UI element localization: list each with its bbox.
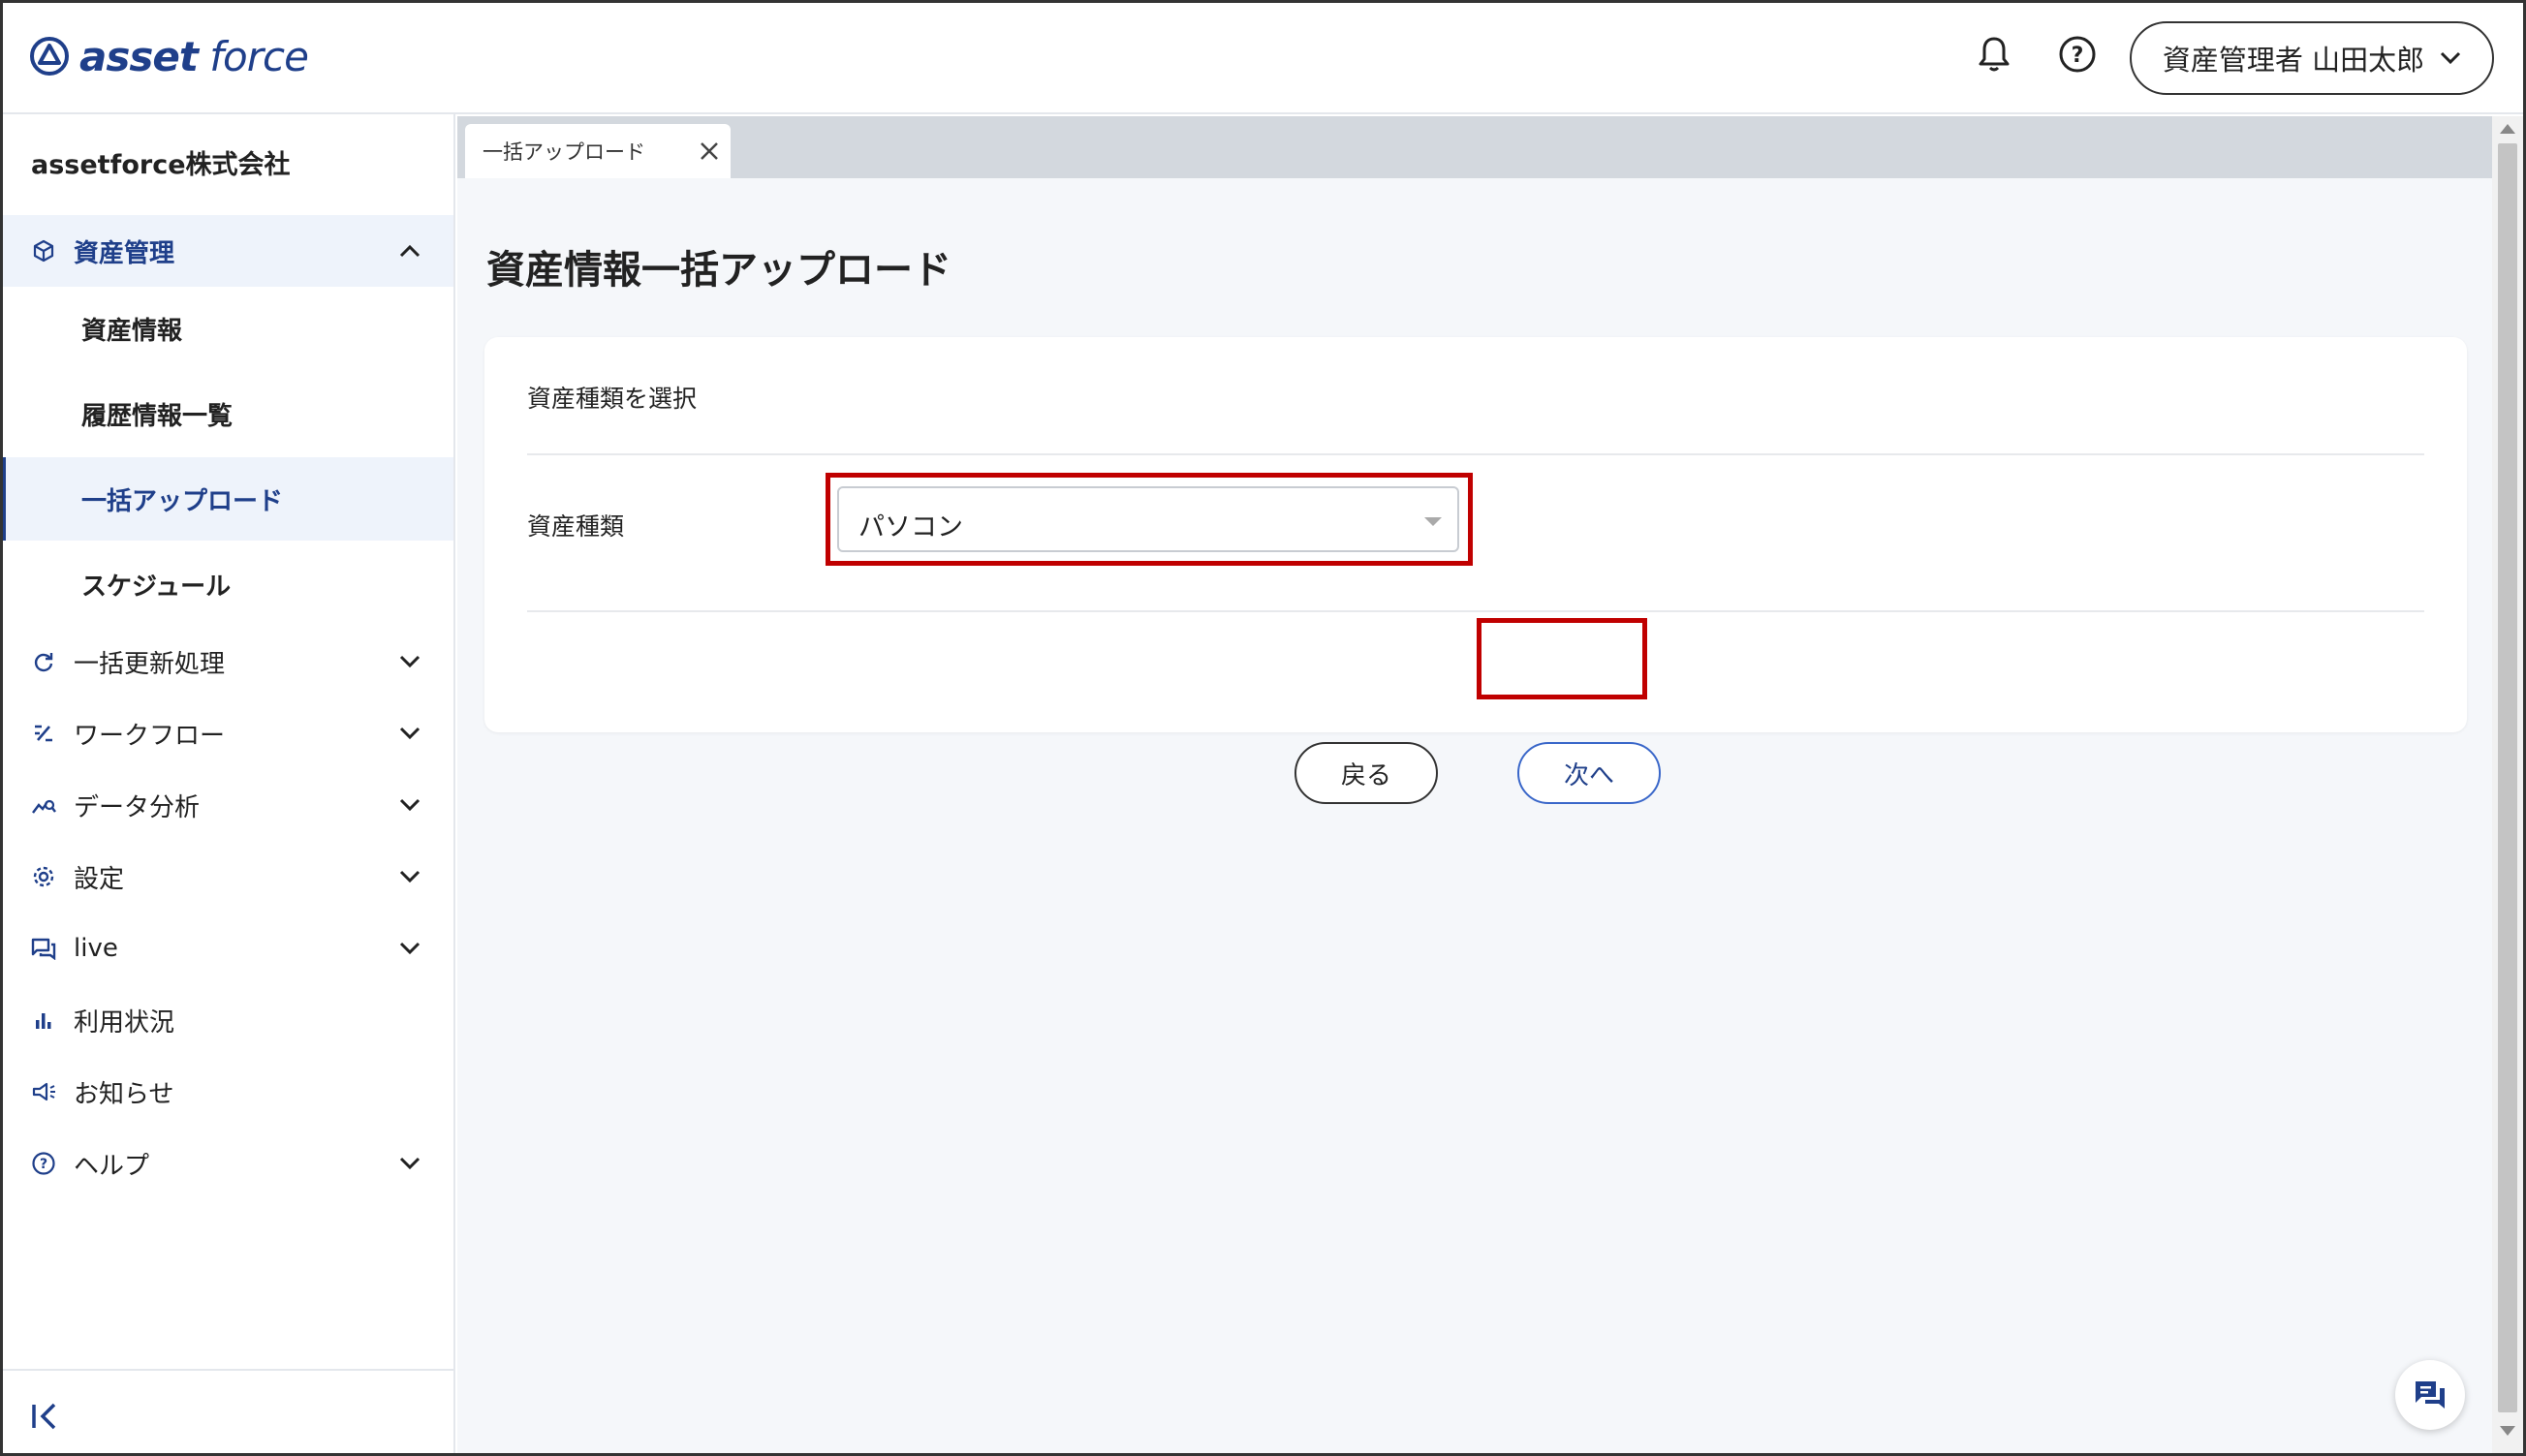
sidebar-item-label: 一括アップロード xyxy=(81,486,284,516)
divider xyxy=(527,453,2424,455)
chevron-down-icon xyxy=(2441,51,2461,65)
scroll-thumb[interactable] xyxy=(2498,143,2517,1412)
cube-icon xyxy=(29,236,58,265)
next-button[interactable]: 次へ xyxy=(1517,742,1661,804)
logo-text: asset force xyxy=(79,32,309,80)
user-menu-button[interactable]: 資産管理者 山田太郎 xyxy=(2130,21,2494,95)
nav-settings[interactable]: 設定 xyxy=(0,841,453,913)
chevron-down-icon xyxy=(395,790,424,820)
scrollbar[interactable] xyxy=(2492,116,2523,1456)
back-button[interactable]: 戻る xyxy=(1294,742,1438,804)
nav-label: 一括更新処理 xyxy=(74,649,226,679)
chevron-up-icon xyxy=(395,236,424,265)
analytics-icon xyxy=(29,790,58,820)
main-content: 一括アップロード 資産情報一括アップロード 資産種類を選択 資産種類 パソコン … xyxy=(457,116,2492,1456)
dropdown-arrow-icon xyxy=(1424,517,1442,526)
collapse-sidebar-icon[interactable] xyxy=(29,1400,62,1433)
refresh-icon xyxy=(29,647,58,676)
nav-workflow[interactable]: ワークフロー xyxy=(0,697,453,769)
chevron-down-icon xyxy=(395,934,424,963)
chevron-down-icon xyxy=(395,719,424,748)
sidebar-item-history-list[interactable]: 履歴情報一覧 xyxy=(0,372,453,455)
sidebar-item-bulk-upload[interactable]: 一括アップロード xyxy=(0,457,453,541)
chat-button[interactable] xyxy=(2395,1360,2465,1430)
bar-chart-icon xyxy=(29,1006,58,1035)
sidebar-item-label: スケジュール xyxy=(81,572,232,602)
tab-bulk-upload[interactable]: 一括アップロード xyxy=(465,124,731,178)
upload-card: 資産種類を選択 資産種類 パソコン 戻る 次へ xyxy=(484,337,2467,804)
tab-bar: 一括アップロード xyxy=(457,116,2492,178)
scroll-up-icon[interactable] xyxy=(2500,124,2515,134)
chat-icon xyxy=(29,934,58,963)
chat-icon xyxy=(2416,1381,2445,1409)
app-header: asset force ? 資産管理者 山田太郎 xyxy=(0,0,2526,114)
chevron-down-icon xyxy=(395,862,424,891)
nav-help[interactable]: ? ヘルプ xyxy=(0,1128,453,1199)
divider xyxy=(527,610,2424,612)
card-subtitle: 資産種類を選択 xyxy=(527,385,698,413)
asset-type-select[interactable]: パソコン xyxy=(837,486,1459,552)
close-icon[interactable] xyxy=(698,139,721,163)
tab-label: 一括アップロード xyxy=(483,140,645,164)
gear-icon xyxy=(29,862,58,891)
svg-text:?: ? xyxy=(2072,44,2084,68)
bell-icon[interactable] xyxy=(1973,33,2015,76)
sidebar-item-schedule[interactable]: スケジュール xyxy=(0,542,453,626)
svg-text:?: ? xyxy=(40,1157,47,1172)
chevron-down-icon xyxy=(395,647,424,676)
nav-label: ヘルプ xyxy=(74,1151,150,1181)
nav-label: データ分析 xyxy=(74,792,201,822)
nav-data-analysis[interactable]: データ分析 xyxy=(0,769,453,841)
page-title: 資産情報一括アップロード xyxy=(486,248,951,293)
nav-label: 利用状況 xyxy=(74,1007,175,1038)
sidebar: assetforce株式会社 資産管理 資産情報 履歴情報一覧 一括アップロード… xyxy=(0,114,455,1456)
sidebar-item-label: 資産情報 xyxy=(81,316,183,346)
nav-bulk-update[interactable]: 一括更新処理 xyxy=(0,626,453,697)
sidebar-item-asset-info[interactable]: 資産情報 xyxy=(0,287,453,370)
logo-icon xyxy=(30,37,69,76)
nav-usage[interactable]: 利用状況 xyxy=(0,984,453,1056)
nav-label: 設定 xyxy=(74,864,125,894)
nav-label: 資産管理 xyxy=(74,238,175,268)
nav-label: live xyxy=(74,934,118,963)
workflow-icon xyxy=(29,719,58,748)
nav-asset-management[interactable]: 資産管理 xyxy=(0,215,453,287)
scroll-down-icon[interactable] xyxy=(2500,1426,2515,1436)
select-value: パソコン xyxy=(858,512,963,542)
sidebar-footer xyxy=(0,1369,453,1456)
nav-label: お知らせ xyxy=(74,1079,174,1109)
help-icon[interactable]: ? xyxy=(2056,33,2099,76)
nav-label: ワークフロー xyxy=(74,721,226,751)
user-name: 資産管理者 山田太郎 xyxy=(2162,44,2425,77)
nav-live[interactable]: live xyxy=(0,913,453,984)
company-name: assetforce株式会社 xyxy=(31,150,291,180)
chevron-down-icon xyxy=(395,1149,424,1178)
megaphone-icon xyxy=(29,1077,58,1106)
asset-type-label: 資産種類 xyxy=(527,512,625,541)
logo[interactable]: asset force xyxy=(29,29,309,83)
help-icon: ? xyxy=(29,1149,58,1178)
sidebar-item-label: 履歴情報一覧 xyxy=(81,401,234,431)
nav-notices[interactable]: お知らせ xyxy=(0,1056,453,1128)
